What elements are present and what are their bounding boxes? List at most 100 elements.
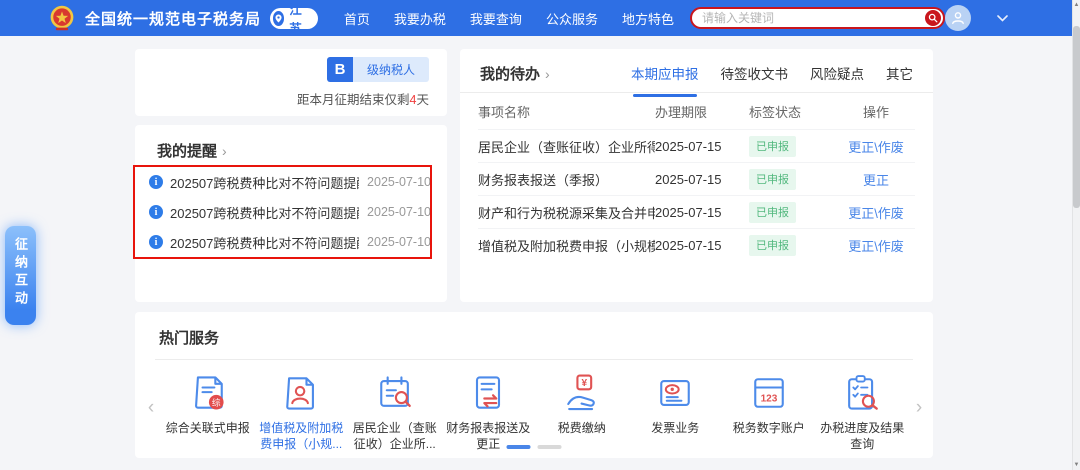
reminder-text: 202507跨税费种比对不符问题提醒20... <box>170 203 359 222</box>
levy-period-countdown: 距本月征期结束仅剩4天 <box>297 89 429 108</box>
nav-item-public-service[interactable]: 公众服务 <box>546 9 598 28</box>
taxpayer-grade-card: B 级纳税人 距本月征期结束仅剩4天 <box>135 49 447 116</box>
reminder-list: 202507跨税费种比对不符问题提醒20... 2025-07-10 20250… <box>135 167 447 257</box>
table-row: 增值税及附加税费申报（小规模纳税人） 2025-07-15 已申报 更正\作废 <box>478 228 915 261</box>
location-pin-icon <box>273 11 284 26</box>
scrollbar-up-arrow-icon[interactable] <box>1073 2 1080 8</box>
service-label: 发票业务 <box>651 420 699 436</box>
checklist-search-icon <box>840 371 884 415</box>
region-selector[interactable]: 江苏 <box>270 8 318 29</box>
service-vat-surcharge-declaration[interactable]: 增值税及附加税费申报（小规... <box>256 371 346 452</box>
action-link[interactable]: 更正 <box>863 173 889 188</box>
todo-deadline: 2025-07-15 <box>655 205 749 220</box>
service-label: 办税进度及结果查询 <box>817 420 907 452</box>
scrollbar[interactable] <box>1072 0 1080 470</box>
todo-item-name: 增值税及附加税费申报（小规模纳税人） <box>478 236 655 255</box>
column-item-name: 事项名称 <box>478 102 655 121</box>
table-header-row: 事项名称 办理期限 标签状态 操作 <box>478 93 915 129</box>
service-label: 增值税及附加税费申报（小规... <box>256 420 346 452</box>
my-reminders-card: 我的提醒 202507跨税费种比对不符问题提醒20... 2025-07-10 … <box>135 125 447 302</box>
search-box[interactable] <box>690 7 945 29</box>
reminder-date: 2025-07-10 <box>367 175 431 189</box>
column-status: 标签状态 <box>749 102 837 121</box>
reminder-item[interactable]: 202507跨税费种比对不符问题提醒20... 2025-07-10 <box>135 167 447 197</box>
interaction-side-tab[interactable]: 征纳互动 <box>5 226 36 325</box>
info-icon <box>149 175 163 189</box>
tax-bureau-emblem-icon <box>48 4 76 32</box>
taxpayer-grade-badge[interactable]: B 级纳税人 <box>327 57 429 82</box>
service-tax-progress-query[interactable]: 办税进度及结果查询 <box>817 371 907 452</box>
my-todo-header: 我的待办 本期应申报 待签收文书 风险疑点 其它 <box>460 49 933 93</box>
status-badge: 已申报 <box>749 169 796 190</box>
pagination-dash-active[interactable] <box>507 445 531 449</box>
action-link[interactable]: 更正\作废 <box>848 140 904 155</box>
search-icon <box>928 13 938 23</box>
service-label: 综合关联式申报 <box>166 420 250 436</box>
service-label: 税务数字账户 <box>733 420 805 436</box>
todo-item-name: 财产和行为税税源采集及合并申报 <box>478 203 655 222</box>
nav-item-home[interactable]: 首页 <box>344 9 370 28</box>
table-row: 居民企业（查账征收）企业所得税月（... 2025-07-15 已申报 更正\作… <box>478 129 915 162</box>
status-badge: 已申报 <box>749 202 796 223</box>
document-person-icon <box>279 371 323 415</box>
reminder-item[interactable]: 202507跨税费种比对不符问题提醒20... 2025-07-10 <box>135 197 447 227</box>
my-todo-card: 我的待办 本期应申报 待签收文书 风险疑点 其它 事项名称 办理期限 标签状态 … <box>460 49 933 302</box>
action-link[interactable]: 更正\作废 <box>848 206 904 221</box>
top-navbar: 全国统一规范电子税务局 江苏 首页 我要办税 我要查询 公众服务 地方特色 <box>0 0 1080 36</box>
document-badge-icon: 综 <box>186 371 230 415</box>
chevron-right-icon <box>222 143 227 159</box>
pagination-dash[interactable] <box>538 445 562 449</box>
tab-documents-to-sign[interactable]: 待签收文书 <box>721 63 789 85</box>
brand: 全国统一规范电子税务局 江苏 <box>48 4 318 32</box>
service-invoice-business[interactable]: 发票业务 <box>630 371 720 452</box>
nav-item-do-tax[interactable]: 我要办税 <box>394 9 446 28</box>
carousel-right-arrow-icon[interactable] <box>909 397 929 419</box>
service-financial-report-submission[interactable]: 财务报表报送及更正 <box>443 371 533 452</box>
carousel-left-arrow-icon[interactable] <box>141 397 161 419</box>
info-icon <box>149 235 163 249</box>
tab-risk-doubts[interactable]: 风险疑点 <box>810 63 864 85</box>
nav-item-local-feature[interactable]: 地方特色 <box>622 9 674 28</box>
reminder-item[interactable]: 202507跨税费种比对不符问题提醒20... 2025-07-10 <box>135 227 447 257</box>
service-comprehensive-declaration[interactable]: 综 综合关联式申报 <box>163 371 253 452</box>
service-resident-enterprise-income-tax[interactable]: 居民企业（查账征收）企业所... <box>350 371 440 452</box>
tab-current-declaration[interactable]: 本期应申报 <box>631 63 699 85</box>
scrollbar-down-arrow-icon[interactable] <box>1073 462 1080 468</box>
status-badge: 已申报 <box>749 136 796 157</box>
chevron-down-icon[interactable] <box>997 15 1008 22</box>
reminder-text: 202507跨税费种比对不符问题提醒20... <box>170 173 359 192</box>
countdown-prefix: 距本月征期结束仅剩 <box>297 93 410 107</box>
status-badge: 已申报 <box>749 235 796 256</box>
scrollbar-thumb[interactable] <box>1073 26 1080 208</box>
service-digital-tax-account[interactable]: 123 税务数字账户 <box>724 371 814 452</box>
site-title: 全国统一规范电子税务局 <box>85 8 261 29</box>
column-deadline: 办理期限 <box>655 102 749 121</box>
avatar[interactable] <box>945 5 971 31</box>
action-link[interactable]: 更正\作废 <box>848 239 904 254</box>
reminder-text: 202507跨税费种比对不符问题提醒20... <box>170 233 359 252</box>
column-action: 操作 <box>837 102 915 121</box>
digital-account-icon: 123 <box>747 371 791 415</box>
service-tax-payment[interactable]: ¥ 税费缴纳 <box>537 371 627 452</box>
search-input[interactable] <box>702 11 925 25</box>
service-label: 税费缴纳 <box>558 420 606 436</box>
svg-text:综: 综 <box>212 396 221 407</box>
main-nav: 首页 我要办税 我要查询 公众服务 地方特色 <box>344 9 674 28</box>
user-area <box>945 5 1008 31</box>
todo-tabs: 本期应申报 待签收文书 风险疑点 其它 <box>631 63 913 85</box>
tab-other[interactable]: 其它 <box>886 63 913 85</box>
todo-item-name: 居民企业（查账征收）企业所得税月（... <box>478 137 655 156</box>
my-todo-title[interactable]: 我的待办 <box>480 63 540 84</box>
region-label: 江苏 <box>289 0 308 37</box>
carousel-pagination <box>507 445 562 449</box>
invoice-eye-icon <box>653 371 697 415</box>
hot-services-title: 热门服务 <box>159 327 219 348</box>
service-label: 居民企业（查账征收）企业所... <box>350 420 440 452</box>
svg-text:¥: ¥ <box>581 378 587 389</box>
hot-services-card: 热门服务 综 综合关联式申报 <box>135 312 933 458</box>
search-button[interactable] <box>925 10 941 26</box>
svg-text:123: 123 <box>760 393 777 404</box>
my-reminders-header[interactable]: 我的提醒 <box>135 125 447 167</box>
reminder-date: 2025-07-10 <box>367 205 431 219</box>
nav-item-query[interactable]: 我要查询 <box>470 9 522 28</box>
